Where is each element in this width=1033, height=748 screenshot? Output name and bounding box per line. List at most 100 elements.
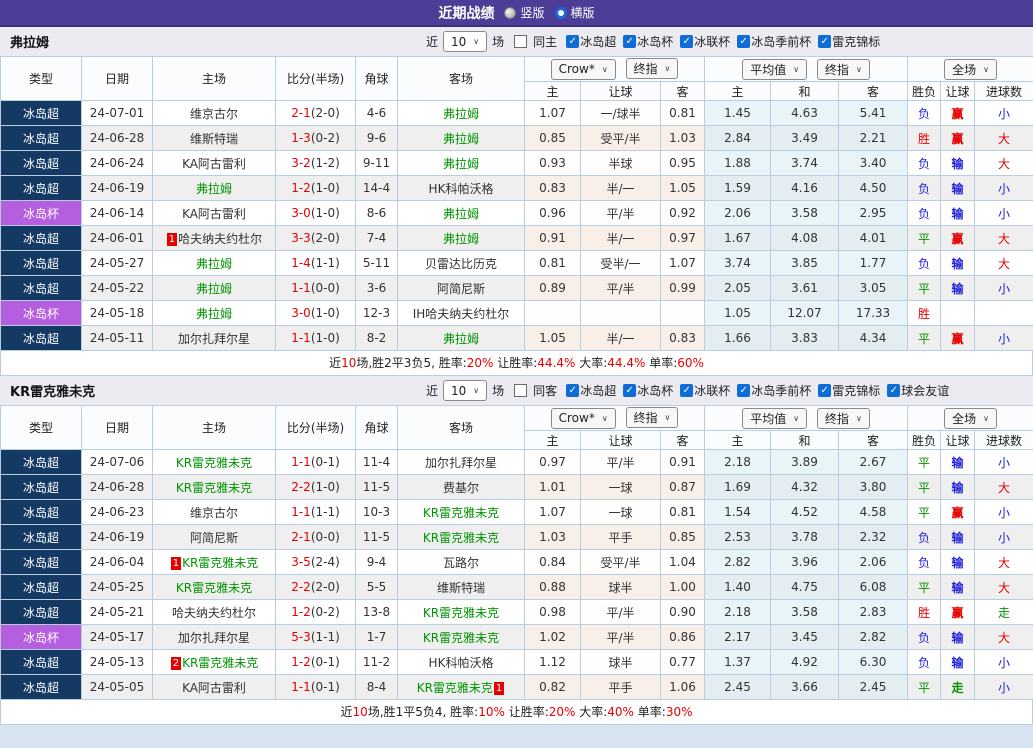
match-date: 24-05-11 [81, 325, 153, 351]
final-odds-select[interactable]: 终指 ∨ [625, 58, 679, 80]
result-handicap: 输 [940, 175, 976, 201]
away-team: KR雷克雅未克 1 [397, 674, 525, 700]
odds-away: 0.91 [659, 449, 706, 475]
final-odds-select[interactable]: 终指 ∨ [625, 407, 679, 429]
subcol-outcome: 胜负 [907, 81, 942, 101]
average-dropdown-cell: 平均值 ∨ 终指 ∨ [704, 405, 909, 431]
final-odds-select-2[interactable]: 终指 ∨ [816, 58, 870, 80]
league-checkbox[interactable]: ✓ [818, 384, 832, 397]
odds-provider-select[interactable]: Crow* ∨ [550, 407, 616, 429]
radio-vertical-icon[interactable] [504, 6, 517, 19]
radio-horizontal-icon[interactable] [554, 6, 567, 19]
odds-home: 1.03 [524, 524, 581, 550]
recent-prefix-label: 近 [426, 384, 439, 398]
summary-part: 10 [341, 356, 357, 370]
full-time-score: 1-4 [291, 256, 311, 270]
result-goals: 走 [974, 599, 1033, 625]
league-checkbox[interactable]: ✓ [737, 384, 751, 397]
match-date: 24-06-28 [81, 125, 153, 151]
match-date: 24-06-04 [81, 549, 153, 575]
match-scope-select[interactable]: 全场 ∨ [944, 407, 997, 429]
result-outcome: 平 [907, 275, 942, 301]
col-header-score: 比分(半场) [275, 56, 356, 101]
league-checkbox[interactable]: ✓ [623, 35, 637, 48]
avg-draw-odds: 3.74 [770, 150, 840, 176]
score: 1-1(0-1) [275, 674, 356, 700]
page-title: 近期战绩 [438, 5, 495, 22]
away-team: 贝雷达比历克 [397, 250, 525, 276]
summary-part: 44.4% [607, 356, 646, 370]
same-venue-checkbox[interactable] [514, 384, 528, 397]
score: 2-2(1-0) [275, 474, 356, 500]
match-row: 冰岛超 24-05-11 加尔扎拜尔星 1-1(1-0) 8-2 弗拉姆 1.05 半/一 0.… [0, 325, 1033, 351]
odds-away: 0.83 [659, 325, 706, 351]
recent-results-panel: 近期战绩 竖版 横版 弗拉姆 近 10 ∨ 场 同主 ✓ 冰岛超 ✓ 冰岛杯 ✓ 冰联杯 ✓… [0, 0, 1033, 725]
result-outcome: 平 [907, 225, 942, 251]
league-checkbox[interactable]: ✓ [566, 384, 580, 397]
league-checkbox[interactable]: ✓ [566, 35, 580, 48]
recent-count-value: 10 [451, 383, 467, 398]
away-team: 弗拉姆 [397, 100, 525, 126]
recent-prefix-label: 近 [426, 35, 439, 49]
average-odds-select[interactable]: 平均值 ∨ [742, 407, 808, 429]
odds-handicap: 平/半 [580, 275, 661, 301]
league-checkbox[interactable]: ✓ [887, 384, 901, 397]
col-header-corner: 角球 [355, 56, 398, 101]
home-team-name: 弗拉姆 [195, 181, 232, 196]
avg-draw-odds: 4.63 [770, 100, 840, 126]
avg-home-odds: 1.66 [704, 325, 772, 351]
subcol-handicap-result: 让球 [940, 81, 976, 101]
league-checkbox[interactable]: ✓ [737, 35, 751, 48]
recent-count-select[interactable]: 10 ∨ [443, 31, 488, 52]
odds-provider-select[interactable]: Crow* ∨ [550, 58, 616, 80]
avg-draw-odds: 3.66 [770, 674, 840, 700]
summary-part: 10% [478, 705, 505, 719]
league-checkbox[interactable]: ✓ [680, 384, 694, 397]
avg-away-odds: 2.06 [838, 549, 909, 575]
score: 2-1(2-0) [275, 100, 356, 126]
layout-option-vertical[interactable]: 竖版 [504, 4, 545, 21]
league-label: 雷克锦标 [832, 35, 881, 49]
layout-option-horizontal[interactable]: 横版 [554, 4, 595, 21]
avg-draw-odds: 4.32 [770, 474, 840, 500]
match-date: 24-05-13 [81, 649, 153, 675]
corners: 8-2 [355, 325, 398, 351]
half-time-score: (2-0) [310, 580, 340, 594]
result-goals: 小 [974, 175, 1033, 201]
result-outcome: 负 [907, 524, 942, 550]
average-odds-select[interactable]: 平均值 ∨ [742, 58, 808, 80]
recent-count-select[interactable]: 10 ∨ [443, 380, 488, 401]
home-team: 维京古尔 [152, 499, 276, 525]
col-header-date: 日期 [81, 405, 153, 450]
match-scope-select[interactable]: 全场 ∨ [944, 58, 997, 80]
match-date: 24-05-25 [81, 574, 153, 600]
match-date: 24-06-24 [81, 150, 153, 176]
red-card-badge: 1 [170, 556, 182, 570]
home-team: 弗拉姆 [152, 250, 276, 276]
match-row: 冰岛超 24-06-04 1 KR雷克雅未克 3-5(2-4) 9-4 瓦路尔 0.84 受平/… [0, 549, 1033, 575]
half-time-score: (1-0) [310, 181, 340, 195]
match-row: 冰岛超 24-05-21 哈夫纳夫约杜尔 1-2(0-2) 13-8 KR雷克雅未克 0.9… [0, 599, 1033, 625]
scope-dropdown-cell: 全场 ∨ [907, 405, 1033, 431]
red-card-badge: 2 [170, 656, 182, 670]
odds-home: 1.07 [524, 499, 581, 525]
league-checkbox[interactable]: ✓ [623, 384, 637, 397]
score: 3-3(2-0) [275, 225, 356, 251]
result-outcome: 负 [907, 200, 942, 226]
odds-away: 0.99 [659, 275, 706, 301]
league-checkbox[interactable]: ✓ [818, 35, 832, 48]
odds-home: 0.97 [524, 449, 581, 475]
half-time-score: (1-0) [310, 206, 340, 220]
league-checkbox[interactable]: ✓ [680, 35, 694, 48]
summary-part: 10 [352, 705, 368, 719]
league-type-badge: 冰岛超 [0, 225, 82, 251]
result-handicap: 赢 [940, 499, 976, 525]
final-odds-select-2[interactable]: 终指 ∨ [816, 407, 870, 429]
odds-away: 1.05 [659, 175, 706, 201]
odds-handicap: 半/一 [580, 175, 661, 201]
same-venue-checkbox[interactable] [514, 35, 528, 48]
away-team: KR雷克雅未克 [397, 524, 525, 550]
result-outcome: 负 [907, 100, 942, 126]
league-label: 冰岛超 [580, 384, 617, 398]
chevron-down-icon: ∨ [473, 37, 480, 46]
